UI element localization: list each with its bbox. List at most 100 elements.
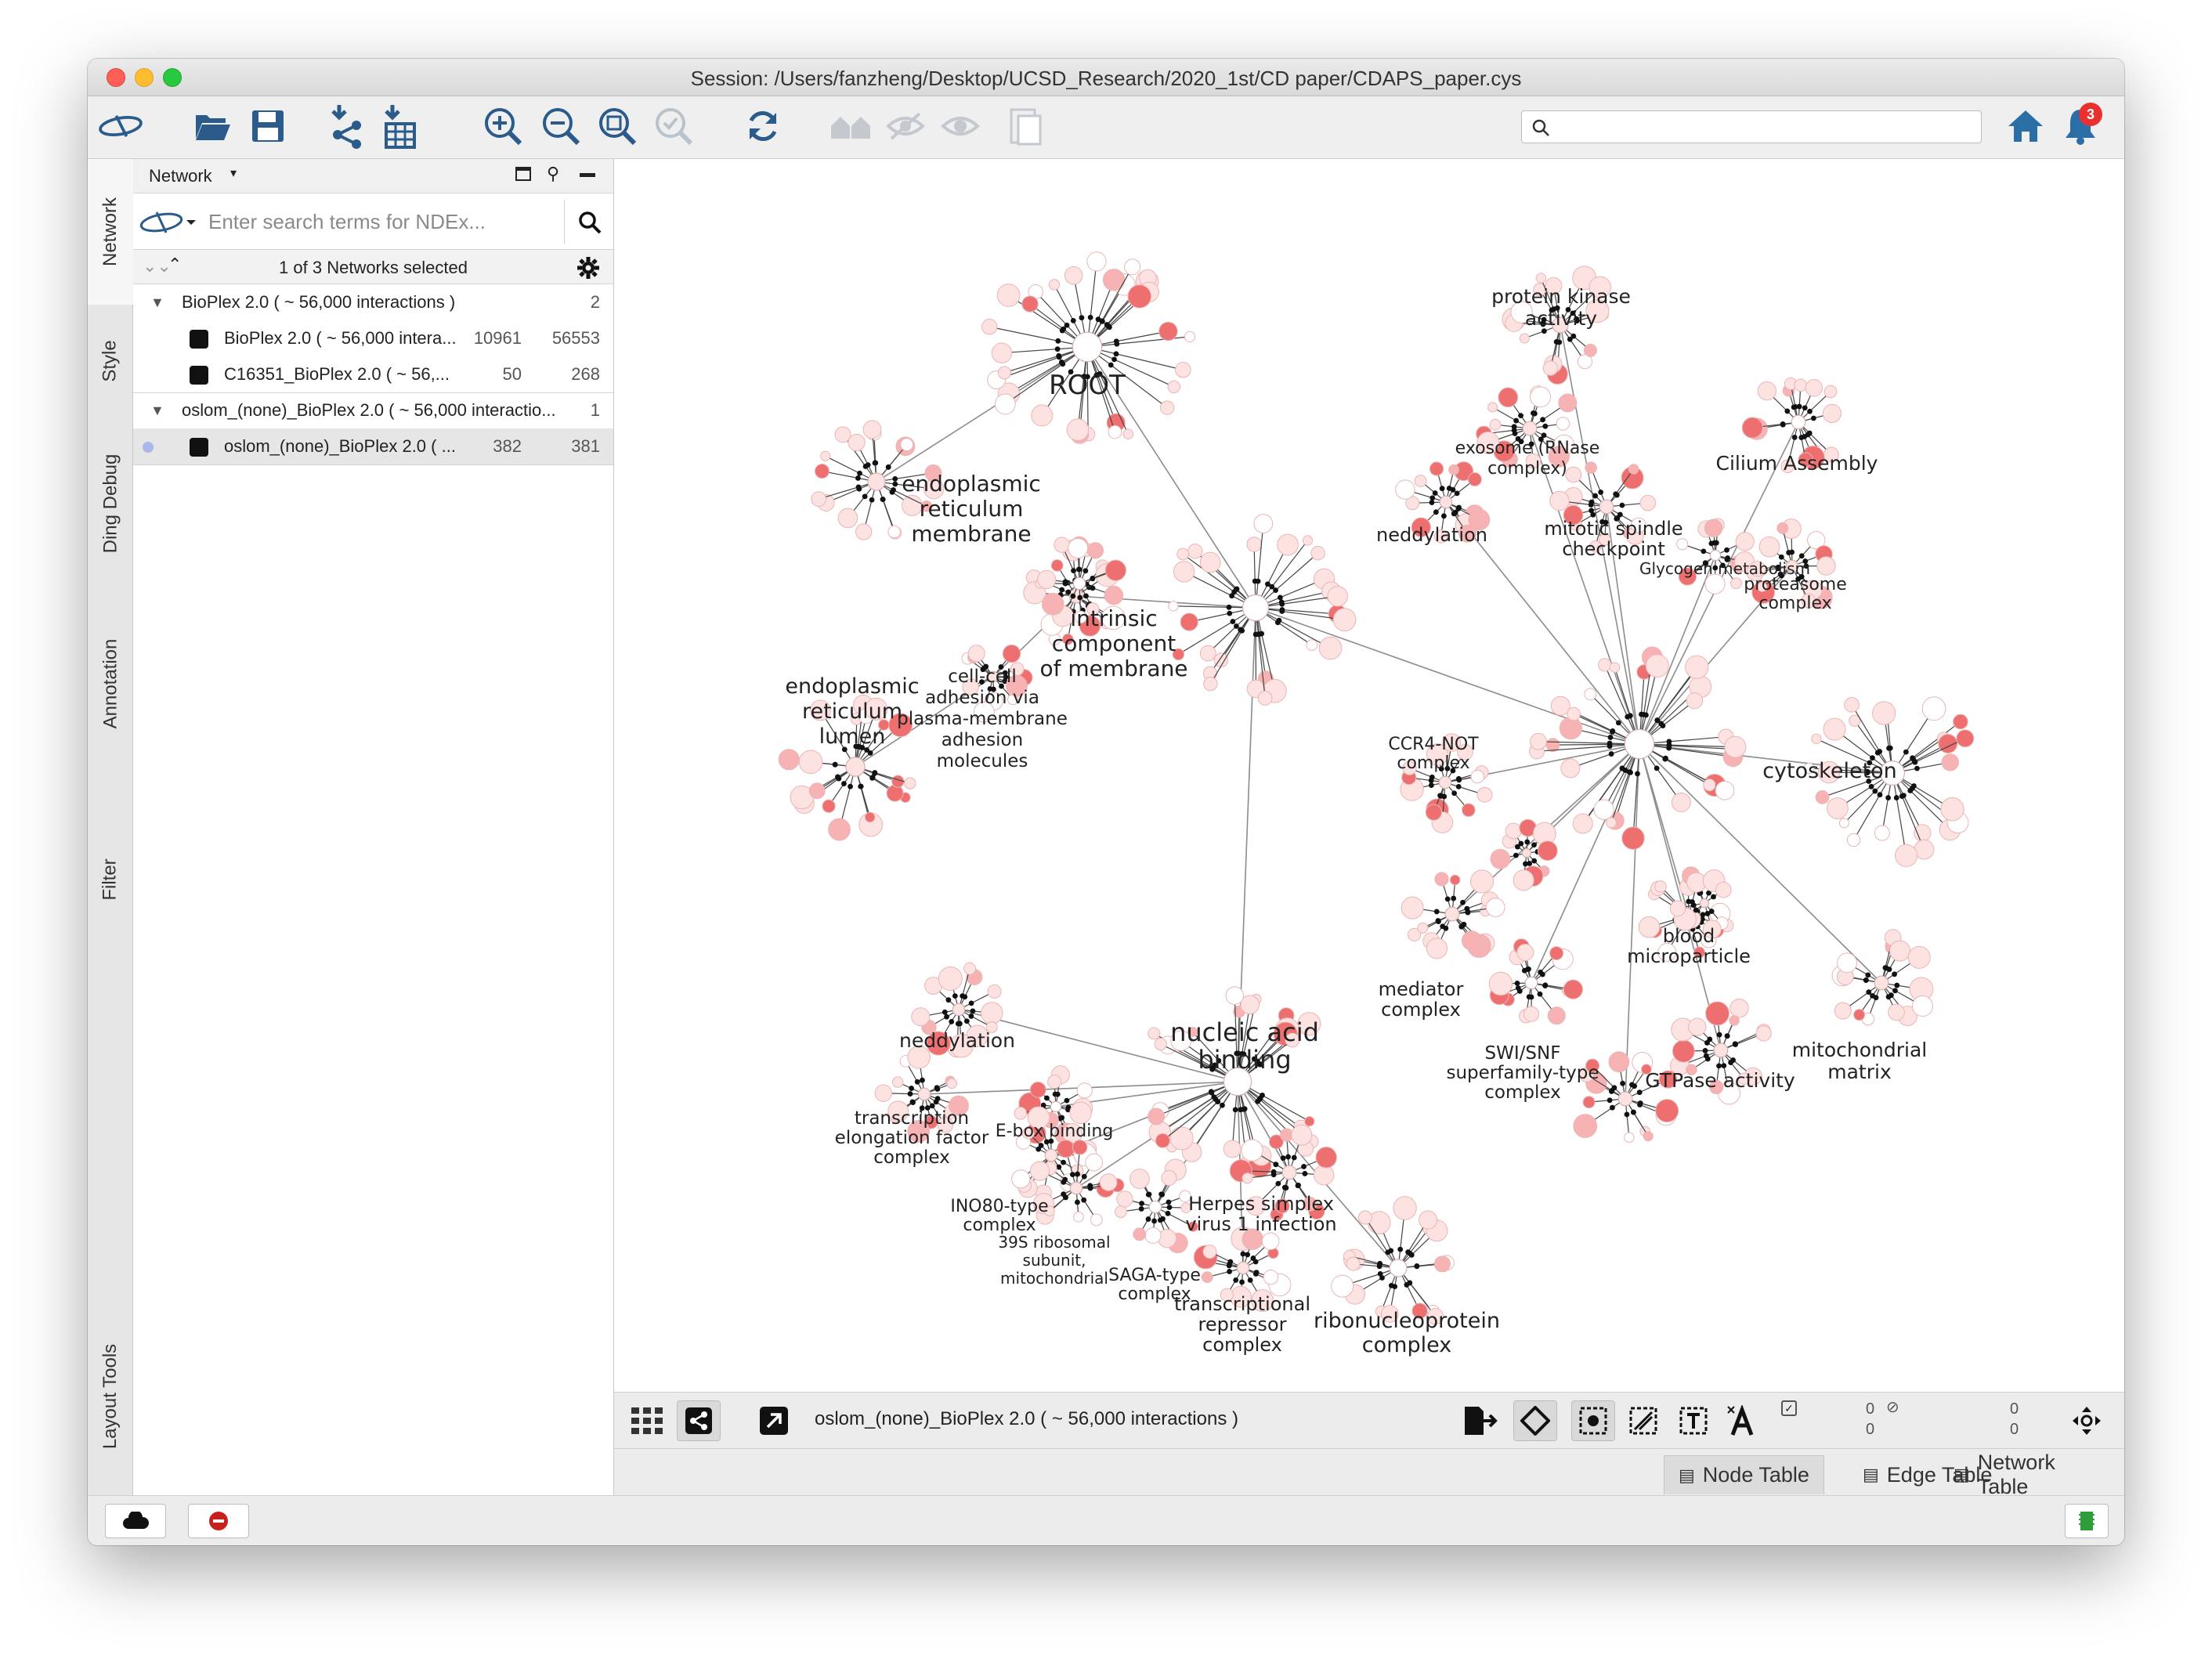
graph-node[interactable] (864, 811, 876, 823)
ndex-search-input[interactable]: Enter search terms for NDEx... (204, 201, 556, 242)
graph-node[interactable] (1414, 475, 1427, 488)
graph-node[interactable] (1755, 1025, 1772, 1042)
graph-node[interactable] (1559, 717, 1582, 740)
graph-hub-node[interactable] (1599, 499, 1614, 515)
show-neighbors-icon[interactable] (827, 103, 874, 150)
zoom-selected-icon[interactable] (650, 103, 697, 150)
graph-node[interactable] (1513, 869, 1534, 891)
graph-node[interactable] (848, 433, 866, 452)
graph-node[interactable] (1304, 1116, 1315, 1127)
graph-node[interactable] (1158, 321, 1178, 341)
graph-node[interactable] (1537, 840, 1558, 862)
graph-node[interactable] (1261, 1232, 1280, 1251)
notifications-icon[interactable]: 3 (2057, 103, 2104, 150)
graph-node[interactable] (1199, 551, 1221, 573)
tab-layout-tools[interactable]: Layout Tools (88, 1318, 133, 1475)
graph-node[interactable] (1310, 545, 1325, 561)
graph-node[interactable] (938, 966, 963, 991)
graph-node[interactable] (1011, 1169, 1031, 1189)
graph-node[interactable] (1076, 1082, 1093, 1099)
graph-hub-node[interactable] (952, 1003, 966, 1017)
graph-node[interactable] (1124, 258, 1141, 276)
tree-network-row-selected[interactable]: oslom_(none)_BioPlex 2.0 ( ... 382 381 (133, 428, 613, 464)
graph-node[interactable] (987, 984, 1002, 999)
graph-node[interactable] (1585, 461, 1597, 474)
graph-node[interactable] (1823, 385, 1838, 399)
graph-node[interactable] (946, 1078, 957, 1089)
graph-hub-node[interactable] (1524, 976, 1538, 990)
graph-node[interactable] (1002, 644, 1021, 663)
graph-node[interactable] (1114, 1205, 1127, 1219)
graph-hub-node[interactable] (1242, 594, 1270, 622)
tree-network-row[interactable]: C16351_BioPlex 2.0 ( ~ 56,... 50 268 (133, 356, 613, 392)
graph-node[interactable] (1941, 753, 1959, 771)
graph-node[interactable] (1609, 662, 1621, 673)
graph-node[interactable] (808, 782, 826, 800)
graph-node[interactable] (1144, 1227, 1162, 1244)
select-labels-button[interactable] (1720, 1400, 1764, 1441)
graph-edge[interactable] (1255, 607, 1640, 745)
graph-node[interactable] (1608, 1051, 1630, 1073)
collapse-triangle-icon[interactable]: ▼ (150, 284, 164, 320)
graph-node[interactable] (1417, 922, 1429, 934)
graph-node[interactable] (886, 784, 904, 802)
graph-edge[interactable] (1531, 743, 1640, 984)
graph-node[interactable] (1448, 464, 1459, 475)
graph-node[interactable] (1461, 930, 1482, 951)
export-image-button[interactable] (1458, 1400, 1502, 1441)
graph-node[interactable] (1129, 1169, 1150, 1189)
graph-hub-node[interactable] (1521, 847, 1532, 858)
graph-node[interactable] (1116, 1190, 1133, 1208)
graph-node[interactable] (874, 1084, 892, 1102)
graph-node[interactable] (1241, 1139, 1263, 1162)
graph-node[interactable] (1401, 896, 1424, 920)
graph-node[interactable] (1199, 645, 1216, 662)
graph-hub-node[interactable] (1444, 906, 1460, 922)
graph-node[interactable] (1064, 266, 1083, 285)
network-graph[interactable]: ROOT endoplasmic reticulum membrane intr… (614, 159, 2124, 1392)
graph-node[interactable] (1921, 696, 1946, 721)
graph-node[interactable] (1487, 402, 1498, 413)
graph-node[interactable] (1014, 1107, 1028, 1120)
graph-node[interactable] (1563, 979, 1583, 999)
graph-hub-node[interactable] (1389, 1259, 1408, 1277)
graph-node[interactable] (1277, 533, 1299, 556)
graph-node[interactable] (1176, 547, 1190, 561)
tab-filter[interactable]: Filter (88, 833, 133, 927)
graph-node[interactable] (1889, 940, 1911, 962)
graph-node[interactable] (1175, 361, 1191, 378)
graph-node[interactable] (1031, 404, 1054, 427)
ndex-icon[interactable] (97, 103, 144, 150)
graph-node[interactable] (1203, 676, 1218, 692)
graph-node[interactable] (1433, 1256, 1451, 1273)
graph-node[interactable] (1425, 804, 1443, 821)
tree-collection-row[interactable]: ▼ oslom_(none)_BioPlex 2.0 ( ~ 56,000 in… (133, 392, 613, 428)
graph-node[interactable] (1331, 1274, 1354, 1298)
graph-hub-node[interactable] (1438, 775, 1452, 789)
graph-node[interactable] (798, 750, 823, 775)
refresh-icon[interactable] (739, 103, 786, 150)
graph-node[interactable] (814, 464, 830, 479)
graph-hub-node[interactable] (1791, 414, 1806, 430)
graph-node[interactable] (1470, 769, 1484, 784)
graph-node[interactable] (1315, 1147, 1337, 1169)
graph-node[interactable] (963, 962, 977, 975)
graph-node[interactable] (1837, 952, 1858, 974)
open-folder-icon[interactable] (190, 103, 237, 150)
graph-node[interactable] (1888, 1003, 1905, 1021)
graph-node[interactable] (1844, 696, 1860, 713)
graph-node[interactable] (1154, 1037, 1167, 1051)
graph-node[interactable] (1655, 1099, 1679, 1123)
graph-node[interactable] (1523, 1006, 1540, 1022)
graph-node[interactable] (1104, 559, 1126, 581)
graph-hub-node[interactable] (867, 472, 886, 491)
graph-hub-node[interactable] (1522, 421, 1538, 436)
graph-node[interactable] (1530, 732, 1547, 750)
minimize-panel-icon[interactable] (580, 173, 595, 177)
graph-node[interactable] (1556, 417, 1570, 431)
graph-node[interactable] (1741, 417, 1763, 439)
graph-node[interactable] (1104, 585, 1124, 605)
graph-node[interactable] (1201, 1271, 1213, 1284)
graph-hub-node[interactable] (1617, 1091, 1633, 1107)
save-icon[interactable] (244, 103, 291, 150)
